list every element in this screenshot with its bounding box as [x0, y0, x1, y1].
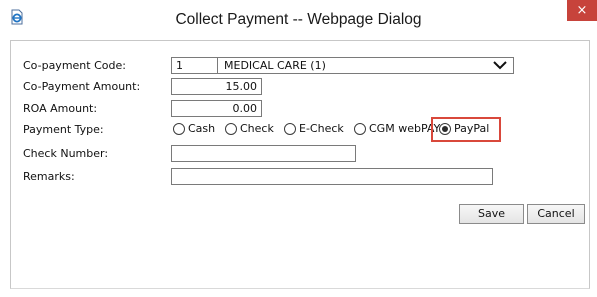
select-divider: [217, 58, 218, 73]
radio-label: Cash: [188, 122, 216, 135]
window-title: Collect Payment -- Webpage Dialog: [175, 11, 422, 28]
copay-amount-input[interactable]: 15.00: [171, 78, 262, 95]
roa-amount-input[interactable]: 0.00: [171, 100, 262, 117]
radio-label: CGM webPAY: [369, 122, 441, 135]
copay-code-label: Co-payment Code:: [23, 59, 126, 72]
remarks-input[interactable]: [171, 168, 493, 185]
check-number-label: Check Number:: [23, 147, 109, 160]
copay-code-number: 1: [176, 59, 183, 72]
close-button[interactable]: ×: [567, 0, 597, 21]
paypal-highlight-box: [431, 117, 501, 142]
radio-circle: [173, 123, 185, 135]
roa-amount-label: ROA Amount:: [23, 102, 98, 115]
save-button[interactable]: Save: [459, 204, 524, 224]
payment-type-label: Payment Type:: [23, 123, 104, 136]
radio-circle: [354, 123, 366, 135]
dialog-body: [10, 40, 590, 289]
chevron-down-icon: [493, 61, 507, 70]
radio-label: Check: [240, 122, 274, 135]
copay-code-select[interactable]: 1 MEDICAL CARE (1): [171, 57, 514, 74]
copay-code-selected: MEDICAL CARE (1): [224, 59, 326, 72]
radio-circle: [225, 123, 237, 135]
check-number-input[interactable]: [171, 145, 356, 162]
radio-label: E-Check: [299, 122, 344, 135]
copay-amount-label: Co-Payment Amount:: [23, 80, 141, 93]
remarks-label: Remarks:: [23, 170, 75, 183]
radio-circle: [284, 123, 296, 135]
cancel-button[interactable]: Cancel: [527, 204, 585, 224]
title-bar: Collect Payment -- Webpage Dialog ×: [0, 0, 597, 40]
